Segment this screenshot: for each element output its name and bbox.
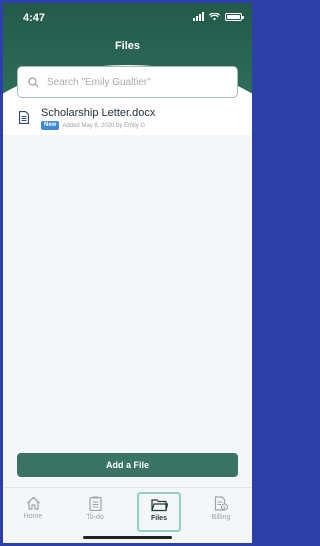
- phone-screen: 4:47 Files Search "Emily Gualtier" Schol…: [3, 3, 252, 543]
- file-name: Scholarship Letter.docx: [41, 107, 156, 119]
- status-time: 4:47: [23, 12, 46, 24]
- billing-icon: $: [214, 496, 228, 511]
- tab-files[interactable]: Files: [137, 492, 181, 532]
- home-indicator: [83, 536, 172, 539]
- status-bar: 4:47: [3, 3, 252, 31]
- file-list-item[interactable]: Scholarship Letter.docx New Added May 8,…: [3, 103, 252, 135]
- search-placeholder: Search "Emily Gualtier": [47, 76, 151, 88]
- search-icon: [28, 76, 39, 88]
- add-file-button[interactable]: Add a File: [17, 453, 238, 477]
- tab-billing[interactable]: $ Billing: [199, 492, 243, 532]
- wifi-icon: [209, 12, 220, 20]
- files-list-area: [3, 103, 252, 487]
- search-input[interactable]: Search "Emily Gualtier": [17, 66, 238, 98]
- tab-files-label: Files: [151, 515, 167, 522]
- page-title: Files: [114, 40, 141, 52]
- tab-home-label: Home: [23, 513, 43, 520]
- file-meta: New Added May 8, 2020 by Emily G: [41, 121, 145, 130]
- home-icon: [26, 496, 40, 510]
- signal-icon: [193, 12, 204, 21]
- tab-home[interactable]: Home: [11, 492, 55, 532]
- tab-todo-label: To-do: [86, 514, 104, 521]
- file-added-info: Added May 8, 2020 by Emily G: [62, 122, 146, 129]
- battery-icon: [225, 12, 244, 21]
- new-badge: New: [41, 121, 60, 130]
- status-icons: [193, 12, 244, 21]
- folder-icon: [150, 499, 168, 512]
- tab-bar: Home To-do Files $ Billing: [3, 487, 252, 543]
- tab-todo[interactable]: To-do: [73, 492, 117, 532]
- document-icon: [19, 111, 29, 124]
- tab-billing-label: Billing: [211, 514, 231, 521]
- checklist-icon: [88, 496, 102, 511]
